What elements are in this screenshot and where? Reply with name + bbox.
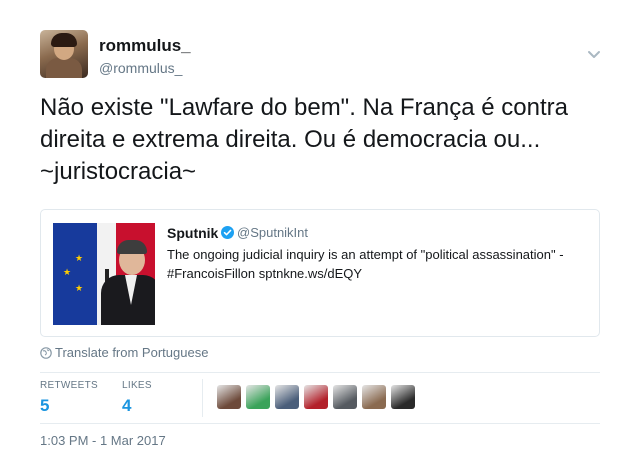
verified-badge-icon (221, 226, 234, 239)
liker-avatar[interactable] (304, 385, 328, 409)
liker-avatar[interactable] (275, 385, 299, 409)
likes-label: LIKES (122, 380, 152, 391)
quoted-author-handle[interactable]: @SputnikInt (237, 225, 308, 240)
liker-avatar[interactable] (246, 385, 270, 409)
translate-label[interactable]: Translate from Portuguese (55, 345, 208, 360)
retweets-label: RETWEETS (40, 380, 98, 391)
author-handle[interactable]: @rommulus_ (99, 60, 182, 76)
quoted-tweet[interactable]: ★ ★ ★ Sputnik @SputnikInt The ongoing ju… (40, 209, 600, 337)
likes-stat[interactable]: LIKES 4 (122, 380, 152, 416)
quoted-author-name[interactable]: Sputnik (167, 225, 218, 241)
stats-divider (202, 379, 203, 417)
quoted-tweet-image[interactable]: ★ ★ ★ (53, 223, 155, 325)
liker-avatar[interactable] (391, 385, 415, 409)
tweet-header: rommulus_ @rommulus_ (40, 30, 610, 80)
retweets-count[interactable]: 5 (40, 396, 98, 416)
retweets-stat[interactable]: RETWEETS 5 (40, 380, 98, 416)
liker-avatar[interactable] (217, 385, 241, 409)
globe-icon (40, 347, 52, 359)
author-avatar[interactable] (40, 30, 88, 78)
author-display-name[interactable]: rommulus_ (99, 36, 191, 56)
chevron-down-icon[interactable] (586, 46, 602, 62)
tweet-text: Não existe "Lawfare do bem". Na França é… (40, 94, 568, 185)
liker-avatar[interactable] (333, 385, 357, 409)
tweet-stats: RETWEETS 5 LIKES 4 (40, 372, 600, 424)
liker-avatar[interactable] (362, 385, 386, 409)
quoted-tweet-text: The ongoing judicial inquiry is an attem… (167, 247, 564, 281)
likes-count[interactable]: 4 (122, 396, 152, 416)
tweet-timestamp[interactable]: 1:03 PM - 1 Mar 2017 (40, 433, 166, 448)
translate-link[interactable]: Translate from Portuguese (40, 345, 208, 360)
